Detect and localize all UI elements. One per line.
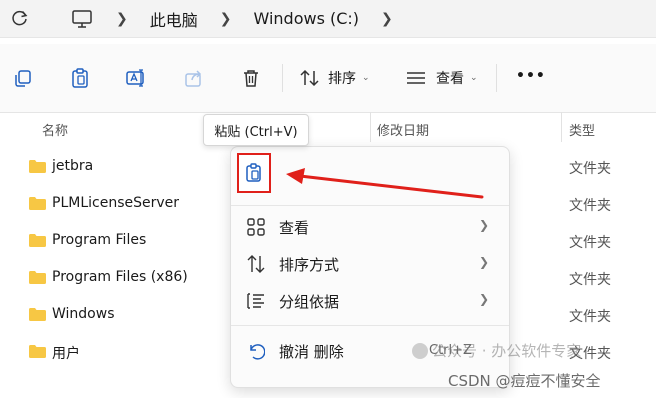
file-type: 文件夹 <box>569 272 611 288</box>
menu-divider <box>231 205 509 206</box>
file-name: jetbra <box>52 158 94 174</box>
sort-icon <box>247 255 265 273</box>
sort-button[interactable]: 排序 ⌄ <box>300 68 370 88</box>
chevron-right-icon: ❯ <box>479 218 490 232</box>
clipboard-icon <box>72 68 88 88</box>
share-icon <box>185 70 202 87</box>
address-bar: ❯ 此电脑 ❯ Windows (C:) ❯ <box>0 0 656 38</box>
menu-item-label: 分组依据 <box>279 293 340 311</box>
watermark-csdn: CSDN @痘痘不懂安全 <box>448 372 601 390</box>
menu-item-sort-by[interactable]: 排序方式 ❯ <box>231 247 509 281</box>
command-bar: 排序 ⌄ 查看 ⌄ ••• <box>0 44 656 113</box>
file-name: 用户 <box>52 346 80 362</box>
undo-icon <box>250 344 265 360</box>
breadcrumb: ❯ 此电脑 ❯ Windows (C:) ❯ <box>72 0 415 37</box>
file-name: Program Files <box>52 232 147 248</box>
paste-toolbar-button[interactable] <box>67 66 93 90</box>
file-type: 文件夹 <box>569 161 611 177</box>
more-icon: ••• <box>516 68 546 84</box>
view-label: 查看 <box>436 71 464 87</box>
copy-button[interactable] <box>10 66 36 90</box>
menu-item-view[interactable]: 查看 ❯ <box>231 210 509 244</box>
copy-icon <box>15 70 31 87</box>
column-header-row: 名称 修改日期 类型 <box>0 118 656 140</box>
share-button[interactable] <box>181 66 207 90</box>
column-header-type[interactable]: 类型 <box>569 120 595 139</box>
file-name: Program Files (x86) <box>52 269 188 285</box>
sort-label: 排序 <box>328 71 356 87</box>
chevron-right-icon: ❯ <box>479 255 490 269</box>
chevron-right-icon: ❯ <box>479 292 490 306</box>
file-type: 文件夹 <box>569 309 611 325</box>
chevron-down-icon: ⌄ <box>362 73 370 83</box>
file-name: PLMLicenseServer <box>52 195 180 211</box>
menu-item-label: 查看 <box>279 219 310 237</box>
chevron-right-icon[interactable]: ❯ <box>381 11 393 27</box>
folder-icon <box>29 197 46 210</box>
menu-divider <box>231 325 509 326</box>
sort-icon <box>300 69 319 87</box>
column-header-modified[interactable]: 修改日期 <box>377 120 429 139</box>
rename-icon <box>126 69 144 87</box>
paste-tooltip: 粘贴 (Ctrl+V) <box>203 114 309 146</box>
file-type: 文件夹 <box>569 235 611 251</box>
computer-icon[interactable] <box>72 9 92 28</box>
column-divider[interactable] <box>370 112 371 142</box>
folder-icon <box>29 345 46 358</box>
breadcrumb-item-windows-c[interactable]: Windows (C:) <box>253 9 359 28</box>
toolbar-divider <box>496 64 497 92</box>
folder-icon <box>29 308 46 321</box>
clipboard-icon <box>246 163 261 182</box>
more-options-button[interactable]: ••• <box>516 68 546 84</box>
rename-button[interactable] <box>124 66 150 90</box>
view-list-icon <box>407 72 425 84</box>
refresh-icon[interactable] <box>10 8 30 28</box>
column-divider[interactable] <box>561 112 562 142</box>
chevron-down-icon: ⌄ <box>470 73 478 83</box>
file-type: 文件夹 <box>569 198 611 214</box>
folder-icon <box>29 160 46 173</box>
trash-icon <box>244 70 258 87</box>
menu-item-group-by[interactable]: 分组依据 ❯ <box>231 284 509 318</box>
view-button[interactable]: 查看 ⌄ <box>406 68 478 88</box>
watermark-wechat: 公众号 · 办公软件专家 <box>412 340 581 361</box>
breadcrumb-item-this-pc[interactable]: 此电脑 <box>150 7 198 31</box>
group-icon <box>247 293 264 309</box>
menu-item-label: 排序方式 <box>279 256 340 274</box>
delete-button[interactable] <box>238 66 264 90</box>
grid-icon <box>247 218 265 236</box>
chevron-right-icon[interactable]: ❯ <box>116 11 128 27</box>
folder-icon <box>29 234 46 247</box>
menu-item-label: 撤消 删除 <box>279 343 344 361</box>
file-name: Windows <box>52 306 115 322</box>
watermark-text: 公众号 · 办公软件专家 <box>432 342 582 360</box>
column-header-name[interactable]: 名称 <box>42 120 68 139</box>
wechat-icon <box>412 342 428 359</box>
paste-button[interactable] <box>237 153 271 193</box>
chevron-right-icon[interactable]: ❯ <box>220 11 232 27</box>
toolbar-divider <box>282 64 283 92</box>
folder-icon <box>29 271 46 284</box>
